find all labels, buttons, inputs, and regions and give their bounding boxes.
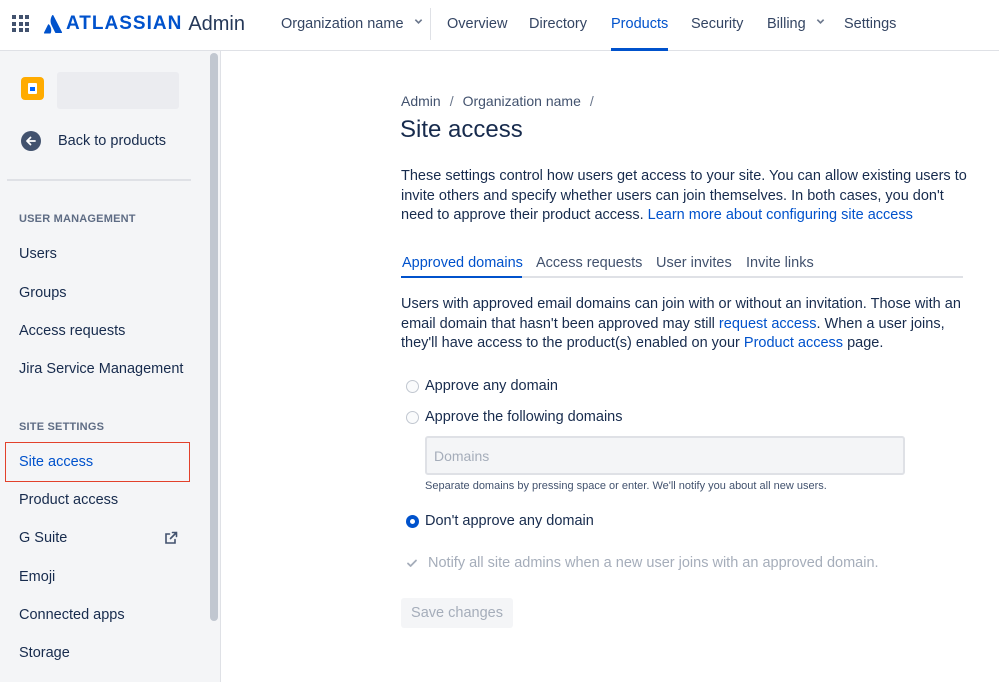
save-changes-button[interactable]: Save changes bbox=[401, 598, 513, 628]
chevron-down-icon bbox=[414, 19, 422, 24]
atlassian-logo-icon bbox=[43, 15, 63, 34]
nav-settings[interactable]: Settings bbox=[844, 0, 896, 51]
breadcrumb-organization[interactable]: Organization name bbox=[463, 93, 581, 109]
tab-user-invites[interactable]: User invites bbox=[656, 255, 732, 271]
tab-invite-links[interactable]: Invite links bbox=[746, 255, 814, 271]
radio-button[interactable] bbox=[406, 379, 419, 393]
radio-label: Approve any domain bbox=[425, 378, 558, 394]
approved-domains-description: Users with approved email domains can jo… bbox=[401, 295, 963, 354]
sidebar-item-groups[interactable]: Groups bbox=[19, 285, 67, 301]
breadcrumb: Admin / Organization name / bbox=[401, 93, 594, 109]
nav-overview[interactable]: Overview bbox=[447, 0, 507, 51]
radio-approve-following-domains[interactable]: Approve the following domains bbox=[406, 409, 622, 425]
radio-label: Approve the following domains bbox=[425, 409, 623, 425]
sidebar-item-access-requests[interactable]: Access requests bbox=[19, 323, 125, 339]
breadcrumb-admin[interactable]: Admin bbox=[401, 93, 441, 109]
product-name-placeholder bbox=[57, 72, 179, 109]
radio-button-selected[interactable] bbox=[406, 514, 419, 528]
product-access-link[interactable]: Product access bbox=[744, 335, 843, 351]
sidebar-item-connected-apps[interactable]: Connected apps bbox=[19, 607, 125, 623]
sidebar-item-users[interactable]: Users bbox=[19, 246, 57, 262]
sidebar-item-jira-service-management[interactable]: Jira Service Management bbox=[19, 361, 183, 377]
brand-name: ATLASSIAN bbox=[66, 13, 183, 34]
nav-billing-label: Billing bbox=[767, 16, 806, 32]
domains-helper-text: Separate domains by pressing space or en… bbox=[425, 480, 827, 492]
radio-button[interactable] bbox=[406, 410, 419, 424]
sidebar-item-product-access[interactable]: Product access bbox=[19, 492, 118, 508]
sidebar-item-site-access[interactable]: Site access bbox=[19, 454, 93, 470]
sidebar-item-g-suite[interactable]: G Suite bbox=[19, 530, 67, 546]
nav-divider bbox=[430, 8, 431, 40]
nav-directory[interactable]: Directory bbox=[529, 0, 587, 51]
atlassian-logo[interactable]: ATLASSIAN Admin bbox=[43, 12, 245, 36]
section-heading-user-management: USER MANAGEMENT bbox=[19, 213, 136, 225]
radio-approve-any-domain[interactable]: Approve any domain bbox=[406, 378, 558, 394]
sidebar-divider bbox=[7, 179, 191, 181]
top-navigation: ATLASSIAN Admin Organization name Overvi… bbox=[0, 0, 999, 51]
back-label: Back to products bbox=[58, 133, 166, 149]
nav-products[interactable]: Products bbox=[611, 0, 669, 51]
sidebar-item-emoji[interactable]: Emoji bbox=[19, 569, 55, 585]
notify-admins-checkbox-row[interactable]: Notify all site admins when a new user j… bbox=[406, 555, 879, 571]
page-title: Site access bbox=[400, 116, 523, 143]
product-name: Admin bbox=[188, 12, 246, 35]
tab-approved-domains[interactable]: Approved domains bbox=[402, 255, 523, 271]
domain-text: page. bbox=[847, 335, 884, 351]
notify-admins-label: Notify all site admins when a new user j… bbox=[428, 555, 879, 571]
radio-dont-approve-any-domain[interactable]: Don't approve any domain bbox=[406, 513, 594, 529]
external-link-icon[interactable] bbox=[164, 531, 178, 545]
tab-access-requests[interactable]: Access requests bbox=[536, 255, 642, 271]
scrollbar-thumb[interactable] bbox=[210, 53, 218, 621]
request-access-link[interactable]: request access bbox=[719, 316, 817, 332]
tab-bar: Approved domains Access requests User in… bbox=[401, 250, 963, 278]
page-description: These settings control how users get acc… bbox=[401, 167, 971, 226]
product-icon bbox=[21, 77, 44, 100]
domains-input[interactable] bbox=[425, 436, 905, 475]
nav-organization-label: Organization name bbox=[281, 16, 404, 32]
arrow-left-icon bbox=[21, 131, 41, 151]
nav-billing-dropdown[interactable]: Billing bbox=[767, 0, 825, 51]
app-switcher-icon[interactable] bbox=[12, 15, 29, 32]
section-heading-site-settings: SITE SETTINGS bbox=[19, 421, 105, 433]
nav-security[interactable]: Security bbox=[691, 0, 743, 51]
nav-organization-dropdown[interactable]: Organization name bbox=[281, 0, 423, 51]
sidebar-item-storage[interactable]: Storage bbox=[19, 645, 70, 661]
active-tab-indicator bbox=[401, 276, 522, 278]
chevron-down-icon bbox=[816, 19, 824, 24]
learn-more-link[interactable]: Learn more about configuring site access bbox=[648, 207, 913, 223]
checkmark-icon[interactable] bbox=[406, 557, 418, 569]
radio-label: Don't approve any domain bbox=[425, 513, 594, 529]
sidebar-scrollbar[interactable] bbox=[208, 51, 219, 621]
back-to-products-link[interactable]: Back to products bbox=[21, 131, 166, 151]
